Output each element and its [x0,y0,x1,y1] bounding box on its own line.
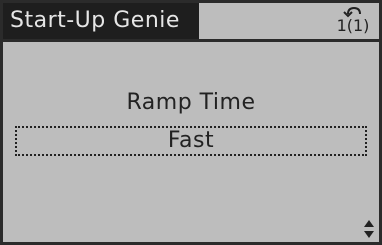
parameter-value-field[interactable]: Fast [15,126,367,156]
up-down-arrows-icon [364,220,374,238]
header-bar: Start-Up Genie 1(1) [3,3,379,42]
header-status: 1(1) [333,5,373,37]
lcd-display: Start-Up Genie 1(1) Ramp Time Fast [0,0,382,245]
page-indicator: 1(1) [336,16,370,35]
screen-title: Start-Up Genie [3,3,199,39]
parameter-label: Ramp Time [126,90,256,115]
